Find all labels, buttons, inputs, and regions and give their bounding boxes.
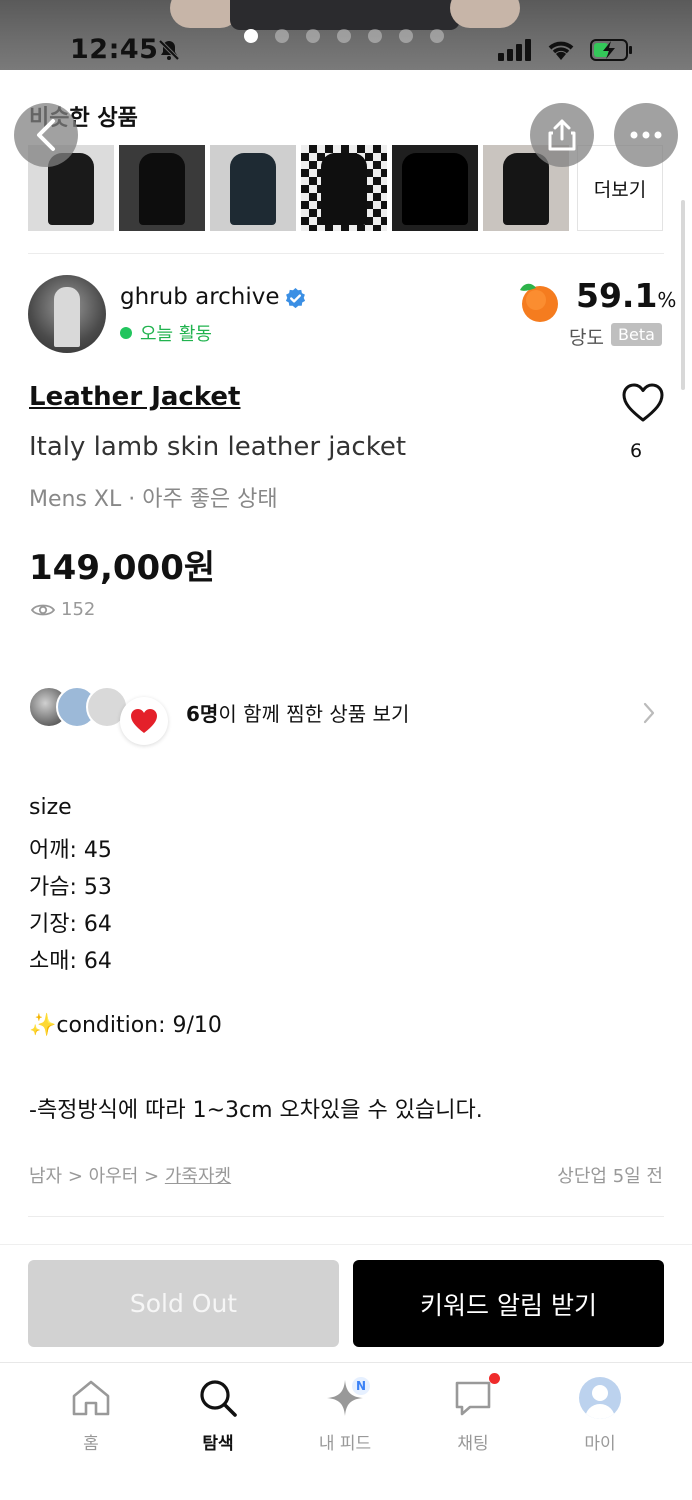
similar-item-thumbnail[interactable] <box>301 145 387 231</box>
unread-dot <box>489 1373 500 1384</box>
description-line: size <box>29 795 72 820</box>
photo-decor-garment <box>230 0 460 30</box>
status-time: 12:45 <box>70 34 159 65</box>
tab-search[interactable]: 탐색 <box>163 1373 273 1454</box>
description-line: 가슴: 53 <box>29 875 112 900</box>
seller-activity-text: 오늘 활동 <box>140 324 212 345</box>
cellular-signal-icon <box>498 39 531 61</box>
product-meta: Mens XL · 아주 좋은 상태 <box>29 487 278 512</box>
keyword-alert-button[interactable]: 키워드 알림 받기 <box>353 1260 664 1347</box>
tab-feed[interactable]: N 내 피드 <box>290 1373 400 1454</box>
tab-chat[interactable]: 채팅 <box>418 1373 528 1454</box>
category-leaf-link[interactable]: 가죽자켓 <box>165 1166 231 1187</box>
tab-my[interactable]: 마이 <box>545 1373 655 1454</box>
description-line: 어깨: 45 <box>29 838 112 863</box>
product-brand-link[interactable]: Leather Jacket <box>29 382 240 412</box>
divider <box>28 1216 664 1217</box>
description-line: ✨condition: 9/10 <box>29 1013 222 1038</box>
sweetness-rate-unit: % <box>657 288 677 312</box>
online-dot <box>120 327 132 339</box>
similar-products-list <box>28 145 569 231</box>
carousel-indicator <box>244 29 444 43</box>
like-count: 6 <box>630 440 643 462</box>
carousel-dot <box>368 29 382 43</box>
seller-avatar[interactable] <box>28 275 106 353</box>
view-count: 152 <box>31 599 95 620</box>
beta-badge: Beta <box>611 323 662 346</box>
carousel-dot <box>337 29 351 43</box>
carousel-dot <box>399 29 413 43</box>
tab-label: 마이 <box>584 1434 616 1454</box>
tab-home[interactable]: 홈 <box>36 1373 146 1454</box>
verified-badge-icon <box>285 287 306 309</box>
scrollbar[interactable] <box>681 200 685 390</box>
new-badge: N <box>352 1377 370 1395</box>
carousel-dot <box>430 29 444 43</box>
product-price: 149,000원 <box>29 548 216 588</box>
description-line: 기장: 64 <box>29 912 112 937</box>
bell-off-icon <box>158 39 180 61</box>
search-icon <box>200 1380 237 1417</box>
category-path: 남자 > 아우터 > <box>29 1166 165 1187</box>
share-button[interactable] <box>530 103 594 167</box>
sweetness-label: 당도 <box>569 327 604 349</box>
share-icon <box>548 119 576 151</box>
similar-item-thumbnail[interactable] <box>119 145 205 231</box>
bumped-time: 상단업 5일 전 <box>557 1166 663 1187</box>
view-count-value: 152 <box>61 599 96 620</box>
profile-icon <box>579 1377 621 1419</box>
wifi-icon <box>548 41 574 60</box>
similar-item-thumbnail[interactable] <box>392 145 478 231</box>
chevron-right-icon <box>643 702 655 724</box>
more-dots-icon <box>630 131 662 139</box>
more-options-button[interactable] <box>614 103 678 167</box>
tab-label: 채팅 <box>457 1434 489 1454</box>
like-heart-button[interactable] <box>620 380 666 426</box>
similar-item-thumbnail[interactable] <box>210 145 296 231</box>
sweetness-rate-value: 59.1 <box>576 276 658 315</box>
carousel-dot <box>306 29 320 43</box>
seller-name[interactable]: ghrub archive <box>120 284 280 310</box>
seller-activity-status: 오늘 활동 <box>120 320 212 346</box>
action-bar: Sold Out 키워드 알림 받기 <box>0 1244 692 1362</box>
chevron-left-icon <box>37 119 55 151</box>
tab-label: 홈 <box>83 1434 99 1454</box>
chat-icon <box>455 1381 491 1416</box>
divider <box>28 253 664 254</box>
home-icon <box>72 1380 110 1416</box>
red-heart-icon <box>131 709 157 733</box>
eye-icon <box>31 604 55 615</box>
bottom-tab-bar: 홈 탐색 N 내 피드 채팅 마이 <box>0 1362 692 1500</box>
description-line: -측정방식에 따라 1~3cm 오차있을 수 있습니다. <box>29 1098 483 1123</box>
status-indicators <box>498 38 634 62</box>
tab-label: 탐색 <box>202 1434 234 1454</box>
photo-decor-right <box>450 0 520 28</box>
product-title: Italy lamb skin leather jacket <box>29 432 407 462</box>
battery-charging-icon <box>590 39 632 61</box>
description-line: 소매: 64 <box>29 949 112 974</box>
wishlist-label: 이 함께 찜한 상품 보기 <box>218 702 410 726</box>
wishlist-count: 6명 <box>186 702 219 726</box>
wishlist-row[interactable]: 6명이 함께 찜한 상품 보기 <box>28 684 664 745</box>
wishlist-text: 6명이 함께 찜한 상품 보기 <box>186 698 409 727</box>
back-button[interactable] <box>14 103 78 167</box>
tab-label: 내 피드 <box>318 1434 372 1454</box>
heart-badge <box>120 697 168 745</box>
category-breadcrumb: 남자 > 아우터 > 가죽자켓 <box>29 1162 231 1188</box>
sweetness-rate: 59.1% <box>576 276 676 315</box>
carousel-dot <box>275 29 289 43</box>
sold-out-button[interactable]: Sold Out <box>28 1260 339 1347</box>
peach-icon <box>520 283 558 322</box>
carousel-dot <box>244 29 258 43</box>
